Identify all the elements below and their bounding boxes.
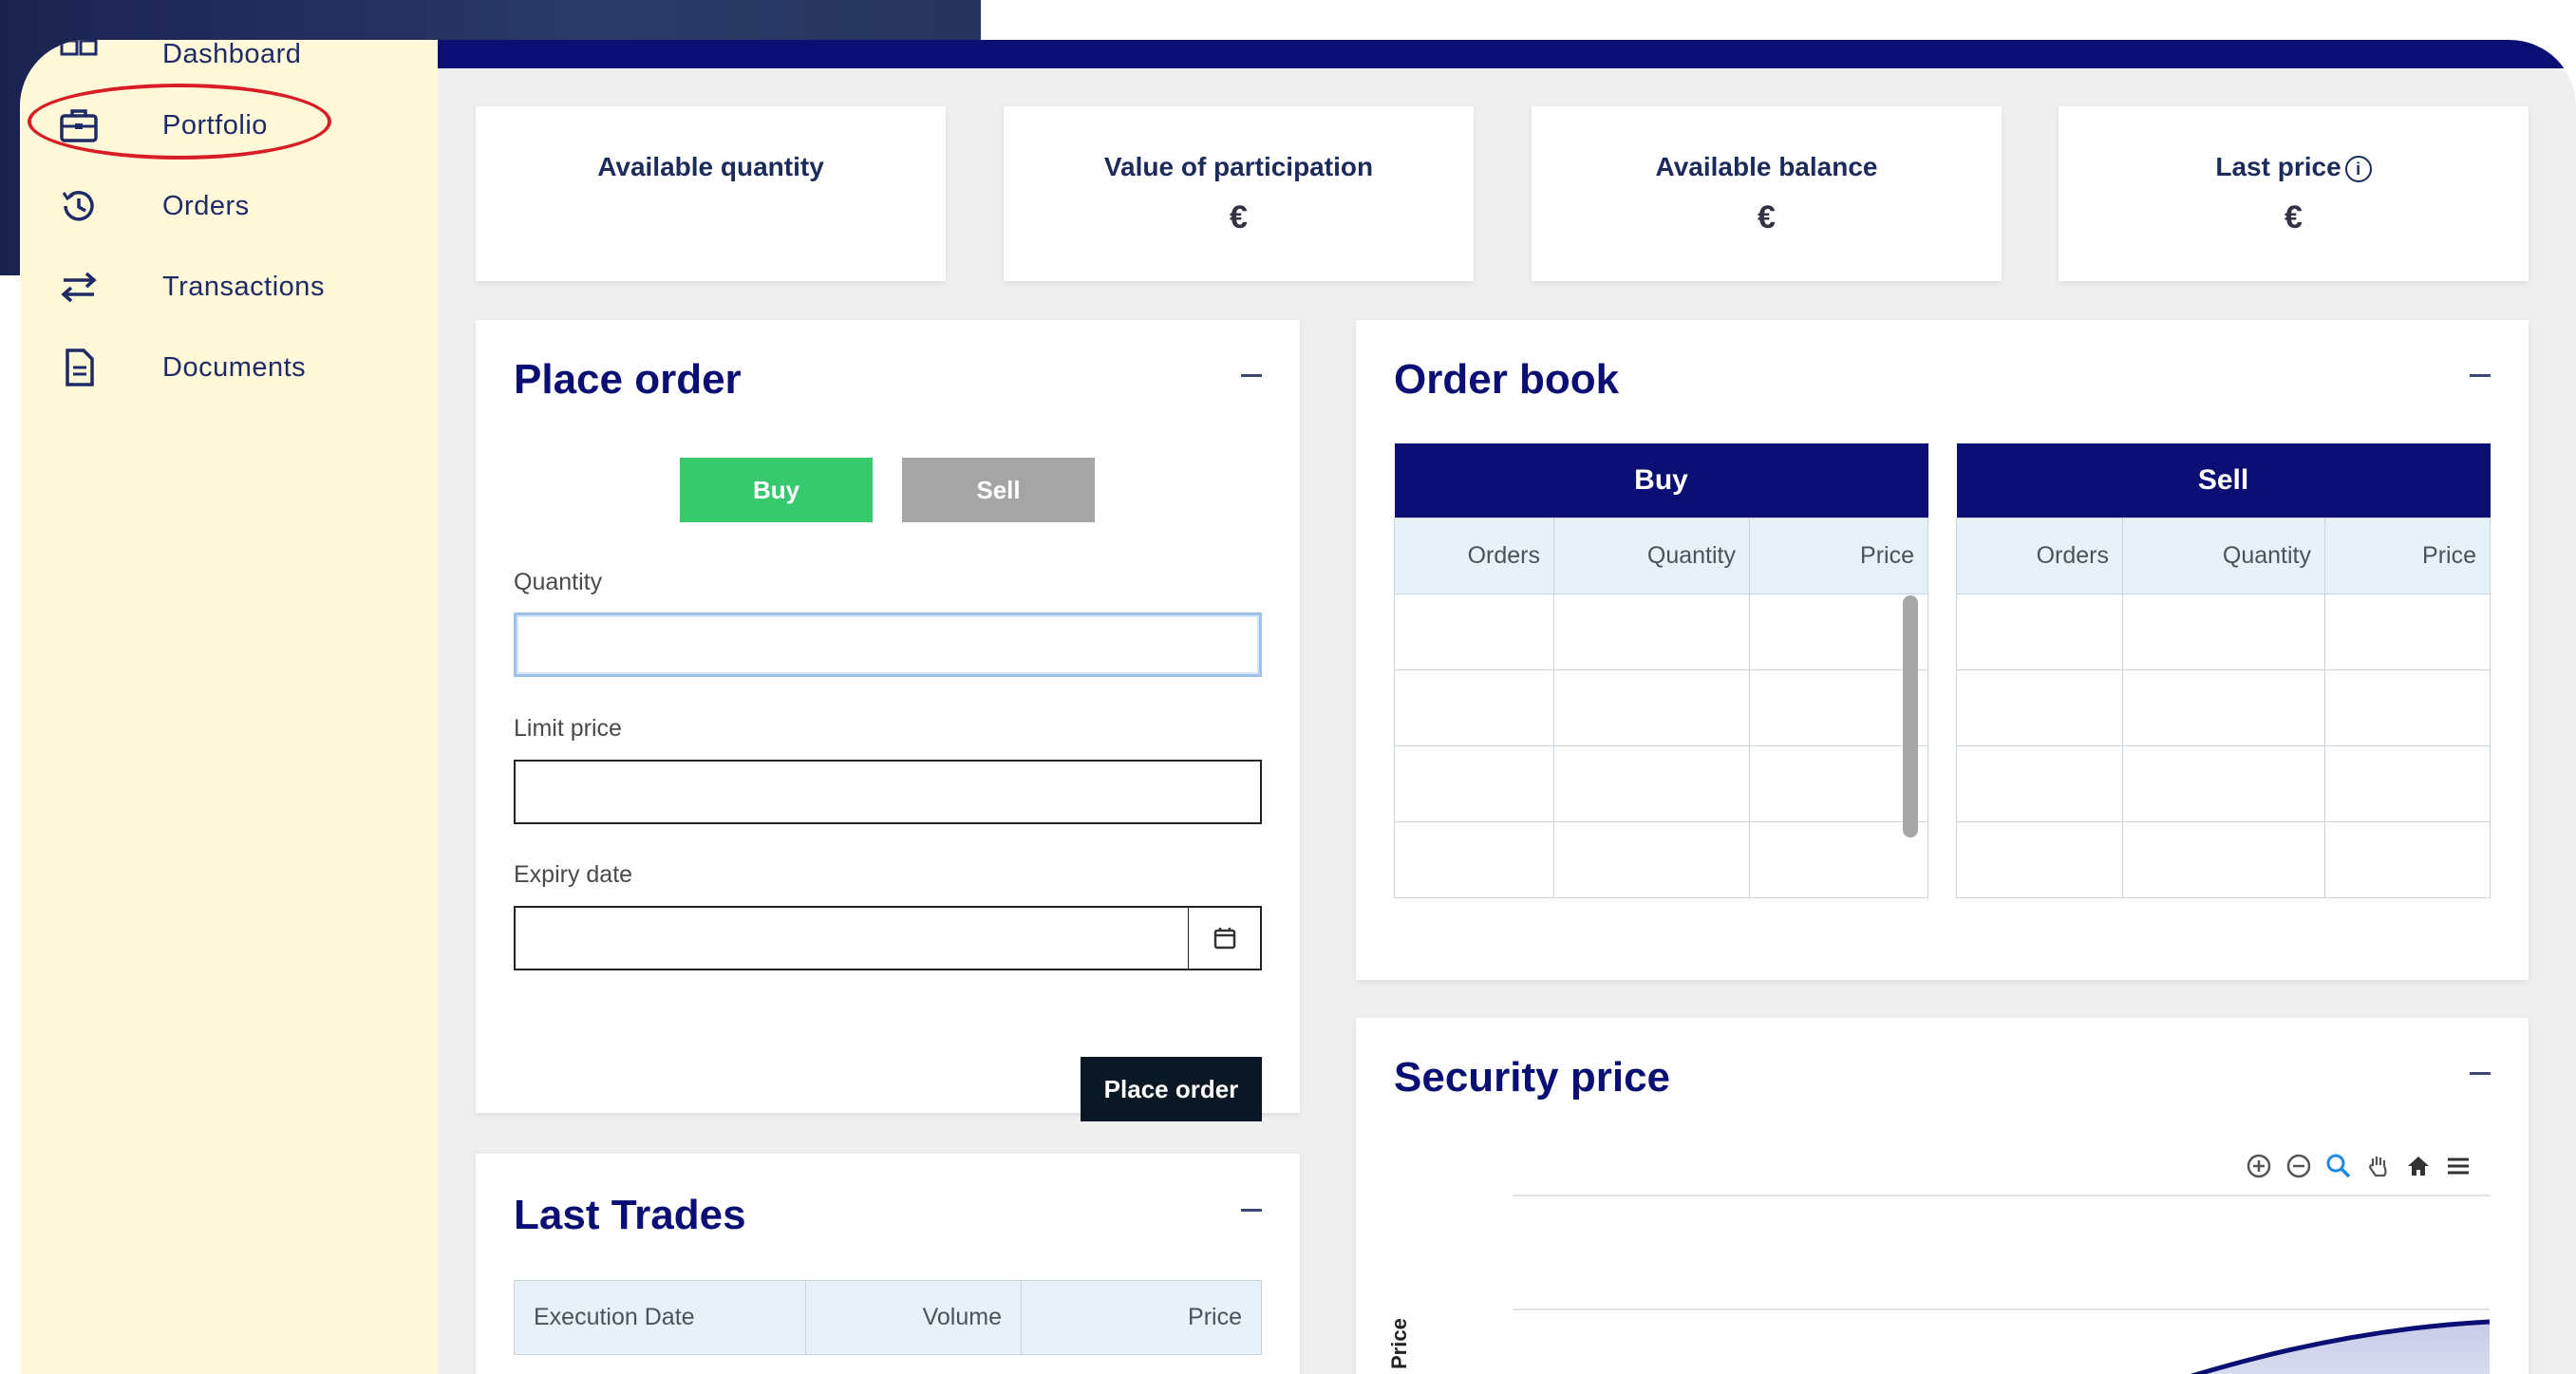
column-header[interactable]: Price (1749, 517, 1928, 594)
history-icon (58, 185, 100, 227)
price-chart (1513, 1195, 2491, 1374)
dashboard-icon (58, 40, 100, 75)
calendar-icon (1213, 928, 1235, 950)
stat-value-of-participation: Value of participation € (1004, 106, 1474, 281)
column-header[interactable]: Orders (1956, 517, 2123, 594)
stat-label: Last price (2215, 152, 2341, 181)
stat-last-price: Last price i € (2059, 106, 2529, 281)
sell-toggle-button[interactable]: Sell (902, 458, 1095, 522)
limit-price-label: Limit price (514, 715, 622, 742)
sidebar-item-transactions[interactable]: Transactions (20, 254, 438, 320)
security-price-panel: Security price Price (1356, 1018, 2529, 1374)
column-header[interactable]: Volume (805, 1280, 1022, 1355)
sidebar-item-label: Documents (162, 351, 307, 383)
table-row (1394, 593, 1928, 670)
app-window: Dashboard Portfolio Orders Transactions (20, 40, 2576, 1374)
stat-label: Available balance (1655, 152, 1878, 181)
quantity-label: Quantity (514, 569, 603, 595)
table-row (1956, 744, 2491, 822)
order-book-panel: Order book Buy Orders Quantity Price Sel… (1356, 320, 2529, 980)
last-trades-table: Execution Date Volume Price (514, 1280, 1262, 1355)
info-icon[interactable]: i (2344, 155, 2372, 182)
table-row (1394, 668, 1928, 746)
collapse-icon[interactable] (1241, 374, 1262, 377)
highlight-annotation (28, 84, 331, 160)
table-row (1956, 820, 2491, 898)
panel-title: Order book (1394, 356, 1620, 403)
table-row (1394, 744, 1928, 822)
column-header[interactable]: Execution Date (514, 1280, 806, 1355)
column-header[interactable]: Quantity (2122, 517, 2325, 594)
limit-price-input[interactable] (514, 760, 1262, 824)
column-header[interactable]: Quantity (1553, 517, 1750, 594)
transfer-arrows-icon (58, 266, 100, 308)
expiry-date-input[interactable] (514, 906, 1190, 970)
stat-value: € (1230, 199, 1248, 235)
table-row (1956, 668, 2491, 746)
last-trades-panel: Last Trades Execution Date Volume Price (476, 1154, 1300, 1374)
sidebar-item-label: Transactions (162, 271, 325, 302)
document-icon (58, 347, 100, 388)
scrollbar[interactable] (1903, 595, 1918, 838)
panel-title: Place order (514, 356, 742, 403)
column-header[interactable]: Price (2324, 517, 2491, 594)
sidebar-item-documents[interactable]: Documents (20, 334, 438, 401)
y-axis-label: Price (1387, 1318, 1411, 1369)
calendar-button[interactable] (1188, 906, 1262, 970)
expiry-date-label: Expiry date (514, 861, 633, 888)
collapse-icon[interactable] (2470, 374, 2491, 377)
column-header[interactable]: Price (1021, 1280, 1262, 1355)
table-row (1956, 593, 2491, 670)
stat-available-quantity: Available quantity (476, 106, 946, 281)
table-row (1394, 820, 1928, 898)
collapse-icon[interactable] (1241, 1209, 1262, 1212)
stat-value: € (2285, 199, 2303, 235)
stat-available-balance: Available balance € (1532, 106, 2002, 281)
place-order-panel: Place order Buy Sell Quantity Limit pric… (476, 320, 1300, 1121)
sidebar-item-label: Dashboard (162, 40, 302, 69)
main-content: Available quantity Value of participatio… (438, 40, 2576, 1374)
column-header[interactable]: Orders (1394, 517, 1554, 594)
sidebar-item-dashboard[interactable]: Dashboard (20, 40, 438, 87)
quantity-input[interactable] (514, 612, 1262, 677)
buy-toggle-button[interactable]: Buy (680, 458, 873, 522)
sell-header: Sell (1956, 443, 2491, 518)
buy-orders-table: Buy Orders Quantity Price (1394, 443, 1928, 898)
sidebar-item-label: Orders (162, 190, 250, 221)
sidebar: Dashboard Portfolio Orders Transactions (20, 40, 438, 1374)
top-bar (438, 40, 2576, 68)
panel-title: Last Trades (514, 1192, 746, 1238)
sidebar-item-orders[interactable]: Orders (20, 173, 438, 239)
stat-label: Value of participation (1103, 152, 1374, 181)
buy-header: Buy (1394, 443, 1928, 518)
stat-value: € (1758, 199, 1776, 235)
stat-label: Available quantity (597, 152, 824, 181)
place-order-button[interactable]: Place order (1081, 1057, 1262, 1121)
sell-orders-table: Sell Orders Quantity Price (1956, 443, 2491, 898)
